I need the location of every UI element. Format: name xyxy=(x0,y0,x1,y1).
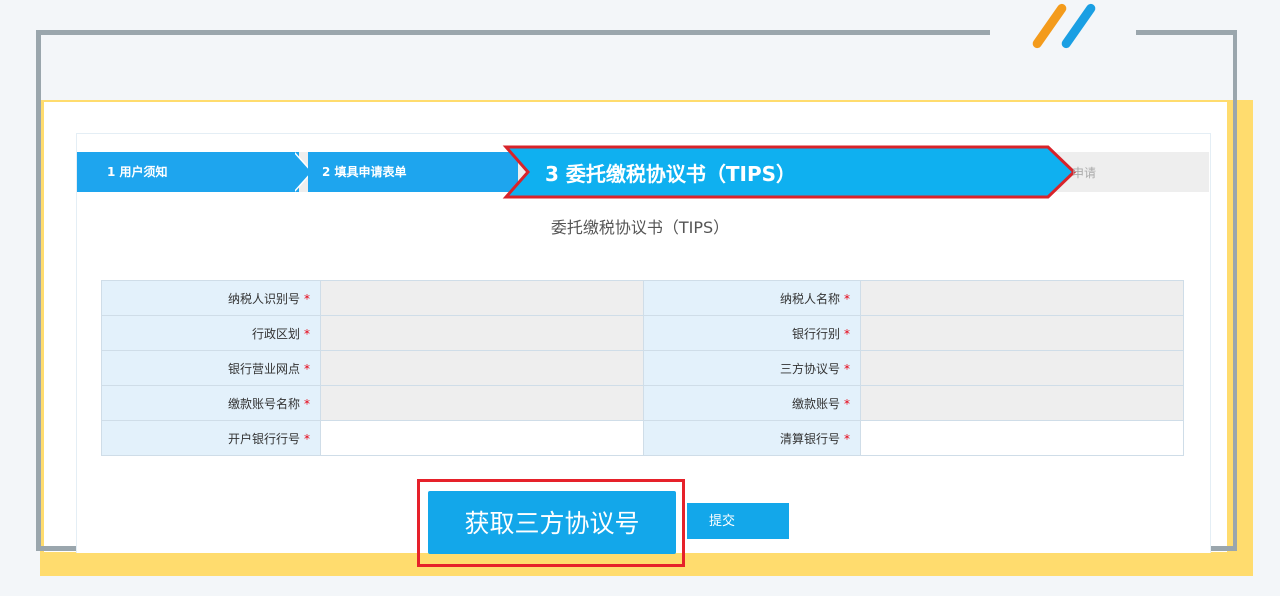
required-mark: * xyxy=(844,291,850,306)
clearing-bank-code-input[interactable] xyxy=(860,420,1184,456)
field-label: 三方协议号 * xyxy=(643,350,861,386)
required-mark: * xyxy=(304,396,310,411)
field-label-text: 清算银行号 xyxy=(779,431,840,446)
required-mark: * xyxy=(844,326,850,341)
required-mark: * xyxy=(304,326,310,341)
frame-gap xyxy=(990,24,1136,38)
field-label: 缴款账号名称 * xyxy=(101,385,321,421)
field-label-text: 开户银行行号 xyxy=(227,431,300,446)
table-row: 开户银行行号 * 清算银行号 * xyxy=(101,420,1184,456)
field-label: 纳税人名称 * xyxy=(643,280,861,316)
required-mark: * xyxy=(304,291,310,306)
get-agreement-number-button[interactable]: 获取三方协议号 xyxy=(428,491,676,554)
field-label-text: 三方协议号 xyxy=(779,361,840,376)
region-field xyxy=(320,315,644,351)
field-label-text: 缴款账号名称 xyxy=(227,396,300,411)
tips-form-table: 纳税人识别号 * 纳税人名称 * 行政区划 * 银行行别 * 银行营业网点 * 三方协议号… xyxy=(101,280,1184,456)
field-label: 开户银行行号 * xyxy=(101,420,321,456)
step-3-label: 3 委托缴税协议书（TIPS） xyxy=(545,162,797,186)
field-label-text: 纳税人名称 xyxy=(779,291,840,306)
taxpayer-id-field xyxy=(320,280,644,316)
field-label: 清算银行号 * xyxy=(643,420,861,456)
step-1: 1 用户须知 xyxy=(77,152,299,192)
table-row: 纳税人识别号 * 纳税人名称 * xyxy=(101,280,1184,316)
field-label: 行政区划 * xyxy=(101,315,321,351)
field-label: 纳税人识别号 * xyxy=(101,280,321,316)
field-label-text: 行政区划 xyxy=(251,326,300,341)
agreement-number-field xyxy=(860,350,1184,386)
required-mark: * xyxy=(844,361,850,376)
field-label: 银行行别 * xyxy=(643,315,861,351)
payment-account-field xyxy=(860,385,1184,421)
table-row: 缴款账号名称 * 缴款账号 * xyxy=(101,385,1184,421)
form-title: 委托缴税协议书（TIPS） xyxy=(550,218,730,237)
required-mark: * xyxy=(304,431,310,446)
taxpayer-name-field xyxy=(860,280,1184,316)
required-mark: * xyxy=(844,431,850,446)
step-4-label: 申请 xyxy=(1072,166,1097,180)
step-1-label: 1 用户须知 xyxy=(107,165,168,179)
field-label: 银行营业网点 * xyxy=(101,350,321,386)
required-mark: * xyxy=(844,396,850,411)
table-row: 银行营业网点 * 三方协议号 * xyxy=(101,350,1184,386)
field-label-text: 缴款账号 xyxy=(791,396,840,411)
field-label-text: 银行营业网点 xyxy=(227,361,300,376)
field-label: 缴款账号 * xyxy=(643,385,861,421)
submit-button[interactable]: 提交 xyxy=(687,503,789,539)
bank-type-field xyxy=(860,315,1184,351)
required-mark: * xyxy=(304,361,310,376)
payment-account-name-field xyxy=(320,385,644,421)
step-2: 2 填具申请表单 xyxy=(308,152,518,192)
field-label-text: 纳税人识别号 xyxy=(227,291,300,306)
opening-bank-code-input[interactable] xyxy=(320,420,644,456)
field-label-text: 银行行别 xyxy=(791,326,840,341)
bank-branch-field xyxy=(320,350,644,386)
step-2-label: 2 填具申请表单 xyxy=(322,165,407,179)
table-row: 行政区划 * 银行行别 * xyxy=(101,315,1184,351)
